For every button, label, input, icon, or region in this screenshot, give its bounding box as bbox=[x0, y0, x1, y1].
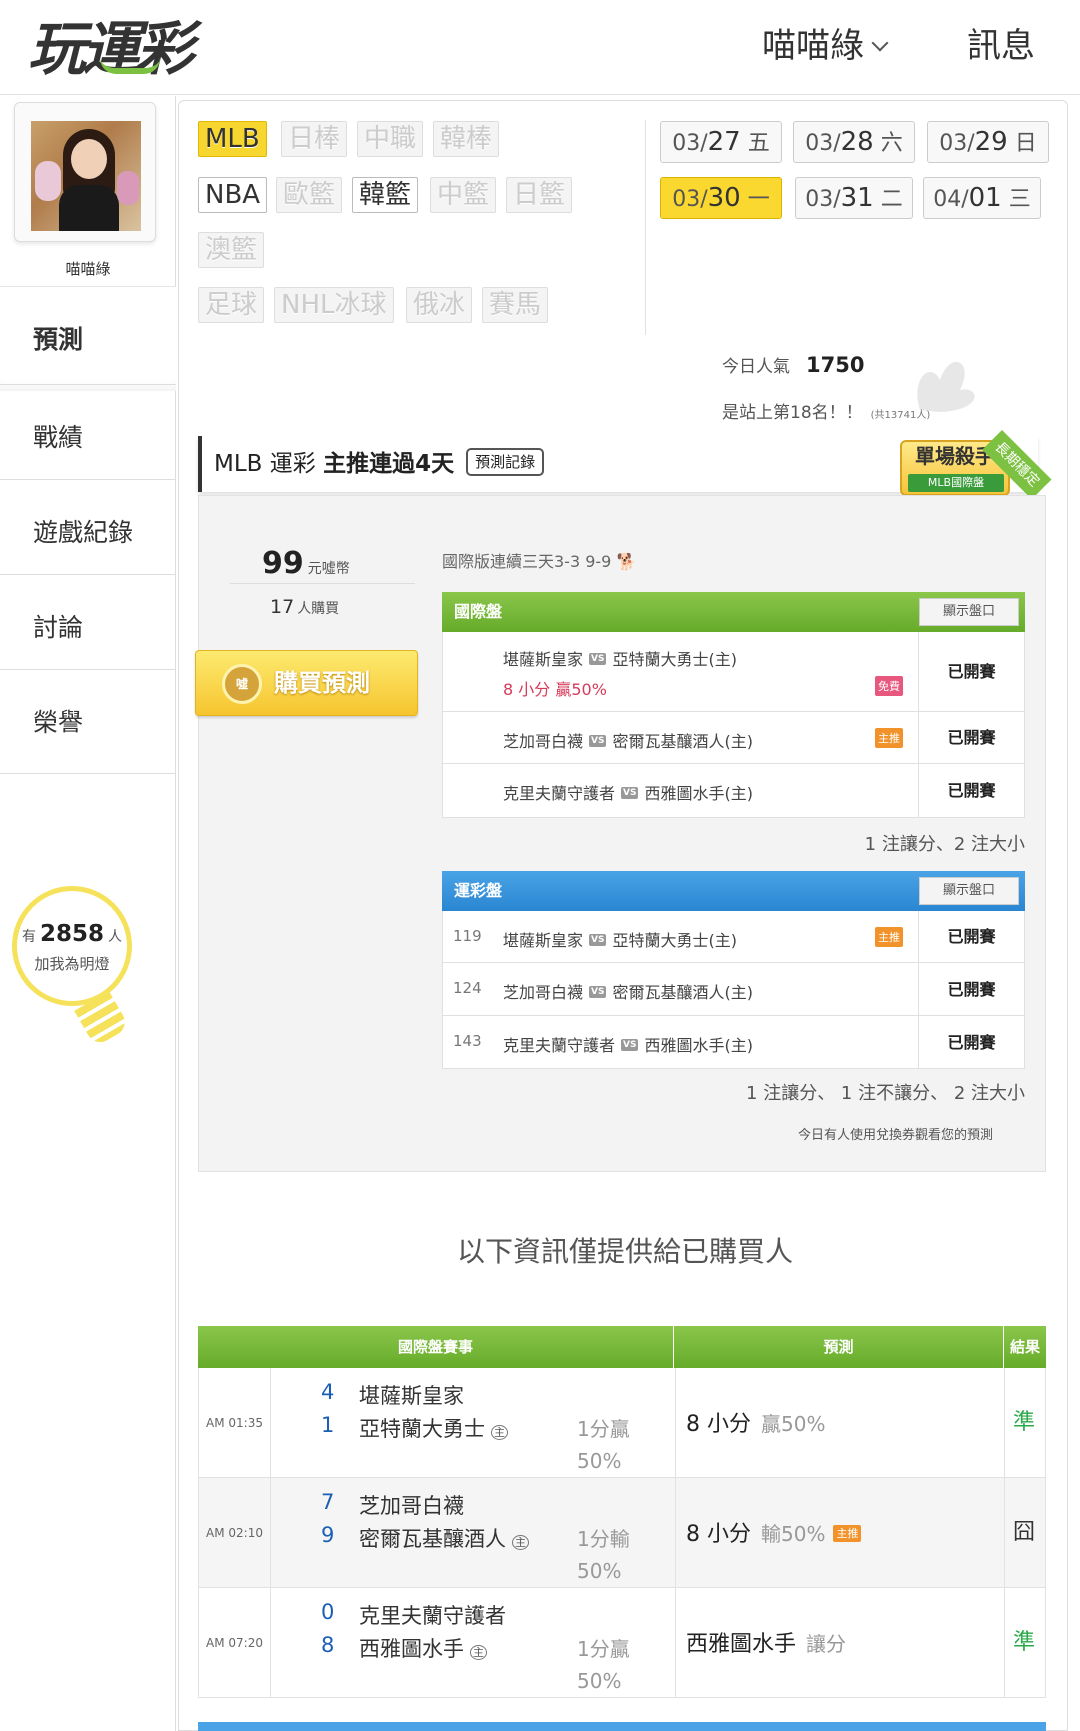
sidebar-item-game-log[interactable]: 遊戲紀錄 bbox=[0, 479, 176, 584]
chevron-down-icon bbox=[871, 34, 889, 52]
coin-icon: 噓 bbox=[222, 664, 262, 704]
sport-tab-euro-bball: 歐籃 bbox=[276, 177, 343, 213]
show-odds-button[interactable]: 顯示盤口 bbox=[919, 598, 1019, 626]
free-tag: 免費 bbox=[875, 676, 903, 696]
buy-prediction-button[interactable]: 噓購買預測 bbox=[195, 650, 418, 716]
site-rank: 是站上第18名！！ (共13741人) bbox=[722, 403, 931, 423]
status-cell: 已開賽 bbox=[918, 963, 1024, 1015]
date-0330[interactable]: 03/30 一 bbox=[660, 177, 782, 219]
date-0401[interactable]: 04/01 三 bbox=[923, 177, 1041, 219]
fan-suffix: 人 bbox=[108, 929, 122, 945]
intl-summary: 1 注讓分、2 注大小 bbox=[864, 834, 1025, 855]
sport-tab-cba: 中籃 bbox=[430, 177, 497, 213]
coupon-note: 今日有人使用兌換券觀看您的預測 bbox=[798, 1128, 994, 1143]
sidebar-item-predictions[interactable]: 預測 bbox=[0, 286, 176, 391]
show-odds-button[interactable]: 顯示盤口 bbox=[919, 877, 1019, 905]
result-miss: 囧 bbox=[1012, 1520, 1035, 1545]
table-row[interactable]: 克里夫蘭守護者 VS 西雅圖水手(主) 已開賽 bbox=[442, 764, 1025, 818]
follow-text: 加我為明燈 bbox=[34, 955, 110, 973]
results-table-header: 國際盤賽事 預測 結果 bbox=[198, 1326, 1046, 1368]
sidebar-item-record[interactable]: 戰績 bbox=[0, 384, 176, 489]
fan-count: 2858 bbox=[39, 921, 104, 947]
table-row[interactable]: 124 芝加哥白襪 VS 密爾瓦基釀酒人(主) 已開賽 bbox=[442, 963, 1025, 1016]
next-table-header bbox=[198, 1722, 1046, 1731]
sport-tab-bleague: 日籃 bbox=[506, 177, 573, 213]
result-hit: 準 bbox=[1012, 1410, 1035, 1435]
popularity: 今日人氣 1750 bbox=[722, 353, 865, 377]
table-row[interactable]: 119 堪薩斯皇家 VS 亞特蘭大勇士(主) 主推 已開賽 bbox=[442, 911, 1025, 963]
date-0329[interactable]: 03/29 日 bbox=[927, 121, 1049, 163]
sport-tab-nhl: NHL冰球 bbox=[274, 287, 394, 323]
table-row[interactable]: 143 克里夫蘭守護者 VS 西雅圖水手(主) 已開賽 bbox=[442, 1016, 1025, 1069]
sport-tab-mlb[interactable]: MLB bbox=[198, 121, 267, 157]
buyers-info-title: 以下資訊僅提供給已購買人 bbox=[456, 1235, 793, 1268]
intl-table-header: 國際盤 顯示盤口 bbox=[442, 592, 1025, 632]
logo-swoosh bbox=[100, 58, 160, 74]
sport-summary: 1 注讓分、 1 注不讓分、 2 注大小 bbox=[746, 1083, 1025, 1104]
sport-tab-nba[interactable]: NBA bbox=[198, 177, 268, 213]
date-0328[interactable]: 03/28 六 bbox=[793, 121, 915, 163]
sport-tab-kbo: 韓棒 bbox=[433, 121, 500, 157]
buyer-count: 17 人購買 bbox=[270, 596, 340, 618]
main-pick-tag: 主推 bbox=[875, 728, 903, 748]
fan-prefix: 有 bbox=[21, 929, 36, 945]
sport-tab-khl: 俄冰 bbox=[406, 287, 473, 323]
result-hit: 準 bbox=[1012, 1630, 1035, 1655]
sidebar-item-honors[interactable]: 榮譽 bbox=[0, 669, 176, 774]
sport-tab-cpbl: 中職 bbox=[357, 121, 424, 157]
fan-lightbulb[interactable]: 有 2858 人 加我為明燈 bbox=[12, 886, 132, 1006]
popularity-value: 1750 bbox=[806, 353, 865, 377]
avatar-photo bbox=[31, 121, 141, 231]
prediction-record-button[interactable]: 預測記錄 bbox=[466, 447, 545, 476]
table-row[interactable]: 芝加哥白襪 VS 密爾瓦基釀酒人(主) 主推 已開賽 bbox=[442, 712, 1025, 764]
main-pick-tag: 主推 bbox=[875, 927, 903, 947]
profile-sidebar: 喵喵綠 預測 戰績 遊戲紀錄 討論 榮譽 有 2858 人 加我為明燈 bbox=[0, 96, 176, 1731]
site-logo[interactable]: 玩運彩 bbox=[28, 2, 194, 86]
status-cell: 已開賽 bbox=[918, 764, 1024, 817]
table-row[interactable]: 堪薩斯皇家 VS 亞特蘭大勇士(主) 8 小分 贏50% 免費 已開賽 bbox=[442, 632, 1025, 712]
status-cell: 已開賽 bbox=[918, 632, 1024, 711]
sport-tab-nbl: 澳籃 bbox=[198, 232, 265, 268]
sport-tab-kbl[interactable]: 韓籃 bbox=[352, 177, 419, 213]
messages-link[interactable]: 訊息 bbox=[967, 18, 1035, 67]
top-header: 玩運彩 喵喵綠 訊息 bbox=[0, 0, 1080, 95]
sport-tab-horse: 賽馬 bbox=[482, 287, 549, 323]
prediction-text: 8 小分 贏50% bbox=[503, 680, 607, 699]
date-0331[interactable]: 03/31 二 bbox=[795, 177, 913, 219]
streak-note: 國際版連續三天3-3 9-9 🐕 bbox=[442, 552, 637, 571]
divider bbox=[645, 120, 646, 335]
sidebar-item-discussion[interactable]: 討論 bbox=[0, 574, 176, 679]
avatar[interactable] bbox=[14, 102, 156, 242]
result-row: AM 07:20 0 克里夫蘭守護者 8 西雅圖水手主 1分贏 50% 西雅圖水手讓… bbox=[198, 1588, 1046, 1698]
sport-tab-soccer: 足球 bbox=[198, 287, 265, 323]
date-0327[interactable]: 03/27 五 bbox=[660, 121, 782, 163]
sport-tab-npb: 日棒 bbox=[281, 121, 348, 157]
user-menu-label: 喵喵綠 bbox=[762, 26, 864, 66]
result-row: AM 02:10 7 芝加哥白襪 9 密爾瓦基釀酒人主 1分輸 50% 8 小分 輸5… bbox=[198, 1478, 1046, 1588]
status-cell: 已開賽 bbox=[918, 911, 1024, 962]
result-row: AM 01:35 4 堪薩斯皇家 1 亞特蘭大勇士主 1分贏 50% 8 小分 贏50… bbox=[198, 1368, 1046, 1478]
profile-username: 喵喵綠 bbox=[65, 260, 111, 278]
status-cell: 已開賽 bbox=[918, 712, 1024, 763]
price: 99 元噓幣 bbox=[262, 546, 350, 581]
sport-table-header: 運彩盤 顯示盤口 bbox=[442, 871, 1025, 911]
user-menu[interactable]: 喵喵綠 bbox=[762, 18, 889, 67]
status-cell: 已開賽 bbox=[918, 1016, 1024, 1068]
